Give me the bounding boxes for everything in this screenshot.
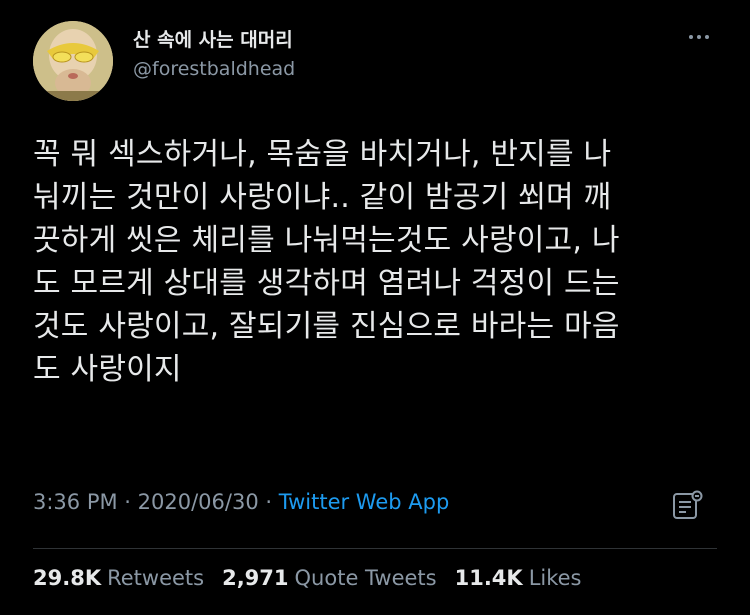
tweet-line: 꼭 뭐 섹스하거나, 목숨을 바치거나, 반지를 나 <box>33 137 612 172</box>
quote-tweets-stat[interactable]: 2,971 Quote Tweets <box>222 566 437 590</box>
more-icon[interactable] <box>684 28 714 46</box>
tweet-line: 도 모르게 상대를 생각하며 염려나 걱정이 드는 <box>33 266 620 301</box>
tweet-meta: 3:36 PM · 2020/06/30 · Twitter Web App <box>33 490 449 514</box>
likes-label: Likes <box>528 566 582 590</box>
tweet-line: 끗하게 씻은 체리를 나눠먹는것도 사랑이고, 나 <box>33 223 620 258</box>
divider <box>33 548 717 549</box>
likes-stat[interactable]: 11.4K Likes <box>455 566 582 590</box>
more-dot <box>705 35 709 39</box>
quote-tweets-count: 2,971 <box>222 566 289 590</box>
avatar[interactable] <box>33 21 113 101</box>
tweet-source[interactable]: Twitter Web App <box>279 490 450 514</box>
retweets-label: Retweets <box>107 566 205 590</box>
meta-separator: · <box>258 490 279 514</box>
display-name[interactable]: 산 속에 사는 대머리 <box>133 25 293 52</box>
tweet-line: 눠끼는 것만이 사랑이냐.. 같이 밤공기 쐬며 깨 <box>33 180 612 215</box>
likes-count: 11.4K <box>454 566 523 590</box>
more-dot <box>689 35 693 39</box>
tweet-stats: 29.8K Retweets 2,971 Quote Tweets 11.4K … <box>33 566 582 590</box>
tweet-line: 것도 사랑이고, 잘되기를 진심으로 바라는 마음 <box>33 309 620 344</box>
retweets-count: 29.8K <box>33 566 102 590</box>
analytics-icon[interactable] <box>670 488 704 522</box>
quote-tweets-label: Quote Tweets <box>294 566 437 590</box>
tweet-line: 도 사랑이지 <box>33 352 182 387</box>
tweet-text: 꼭 뭐 섹스하거나, 목숨을 바치거나, 반지를 나 눠끼는 것만이 사랑이냐.… <box>33 133 723 391</box>
tweet-date[interactable]: 2020/06/30 <box>138 490 259 514</box>
more-dot <box>697 35 701 39</box>
user-handle[interactable]: @forestbaldhead <box>133 58 295 80</box>
tweet-time[interactable]: 3:36 PM <box>33 490 118 514</box>
retweets-stat[interactable]: 29.8K Retweets <box>33 566 204 590</box>
meta-separator: · <box>117 490 138 514</box>
